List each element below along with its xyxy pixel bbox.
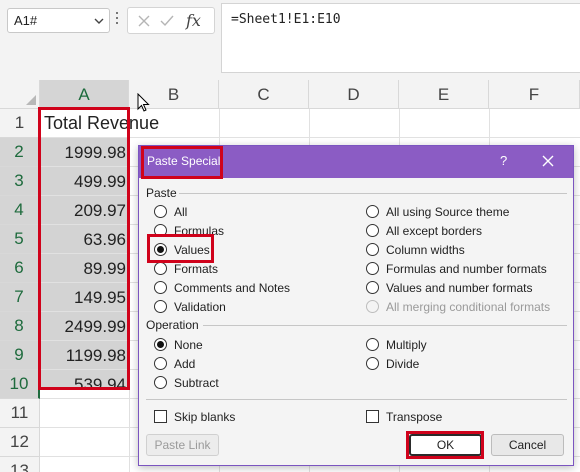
chevron-down-icon[interactable] bbox=[93, 15, 105, 27]
column-header-e[interactable]: E bbox=[399, 80, 489, 109]
row-header-9[interactable]: 9 bbox=[0, 341, 40, 370]
highlight-box-values-option bbox=[147, 234, 214, 263]
row-header-6[interactable]: 6 bbox=[0, 254, 40, 283]
mouse-cursor-icon bbox=[137, 93, 150, 112]
formula-icons: fx bbox=[127, 7, 215, 34]
row-header-4[interactable]: 4 bbox=[0, 196, 40, 225]
row-header-3[interactable]: 3 bbox=[0, 167, 40, 196]
row-header-7[interactable]: 7 bbox=[0, 283, 40, 312]
select-all-button[interactable] bbox=[0, 80, 40, 109]
highlight-box-column-a bbox=[38, 107, 130, 390]
paste-special-dialog: Paste Special ? Paste All Formulas Value… bbox=[138, 145, 574, 466]
row-header-1[interactable]: 1 bbox=[0, 109, 40, 138]
row-header-12[interactable]: 12 bbox=[0, 428, 40, 457]
formula-bar: A1# fx =Sheet1!E1:E10 bbox=[0, 0, 580, 80]
row-header-5[interactable]: 5 bbox=[0, 225, 40, 254]
row-header-13[interactable]: 13 bbox=[0, 457, 40, 472]
column-header-a[interactable]: A bbox=[40, 80, 129, 109]
row-header-2[interactable]: 2 bbox=[0, 138, 40, 167]
help-button[interactable]: ? bbox=[500, 153, 507, 168]
close-icon[interactable] bbox=[541, 154, 555, 168]
drag-handle-icon[interactable] bbox=[115, 12, 119, 28]
highlight-box-ok-button bbox=[406, 431, 484, 459]
column-header-d[interactable]: D bbox=[309, 80, 399, 109]
insert-function-icon[interactable]: fx bbox=[186, 11, 201, 30]
highlight-box-dialog-title bbox=[141, 146, 223, 179]
operation-section-label: Operation bbox=[146, 318, 199, 332]
cancel-icon[interactable] bbox=[136, 13, 152, 29]
paste-link-button: Paste Link bbox=[146, 434, 219, 456]
formula-text: =Sheet1!E1:E10 bbox=[231, 12, 341, 27]
column-header-f[interactable]: F bbox=[489, 80, 580, 109]
enter-check-icon[interactable] bbox=[159, 13, 175, 29]
cancel-button[interactable]: Cancel bbox=[491, 434, 564, 456]
row-header-11[interactable]: 11 bbox=[0, 399, 40, 428]
row-header-10[interactable]: 10 bbox=[0, 370, 40, 399]
name-box[interactable]: A1# bbox=[7, 8, 110, 33]
row-header-8[interactable]: 8 bbox=[0, 312, 40, 341]
formula-input[interactable]: =Sheet1!E1:E10 bbox=[221, 3, 580, 73]
name-box-value: A1# bbox=[14, 13, 38, 28]
paste-section-label: Paste bbox=[146, 186, 177, 200]
column-header-c[interactable]: C bbox=[219, 80, 309, 109]
